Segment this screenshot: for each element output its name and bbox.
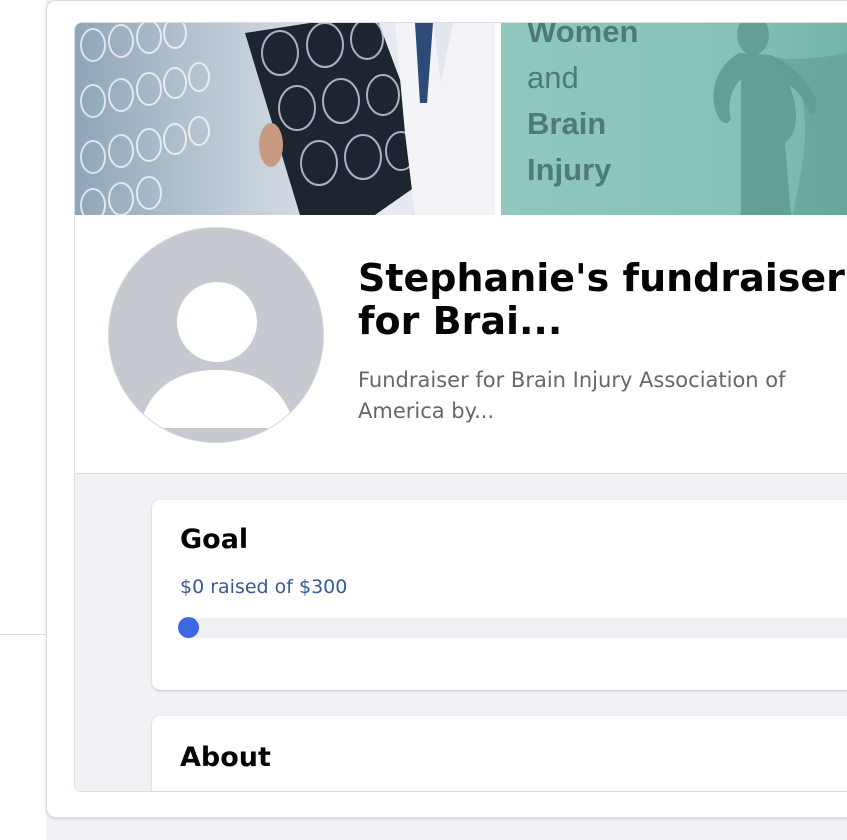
fundraiser-header: Stephanie's fundraiser for Brai... Fundr… <box>75 215 847 474</box>
fundraiser-card[interactable]: Women and Brain Injury Stephanie's fundr… <box>74 22 847 792</box>
women-and-brain-injury-banner: Women and Brain Injury <box>501 23 847 215</box>
about-heading: About <box>180 742 271 773</box>
fundraiser-body: Goal $0 raised of $300 About <box>75 474 847 791</box>
fundraiser-title[interactable]: Stephanie's fundraiser for Brai... <box>358 257 847 343</box>
left-divider <box>0 634 46 635</box>
banner-text: Women and Brain Injury <box>527 23 639 187</box>
left-sidebar-edge <box>0 0 46 840</box>
fundraiser-subtitle: Fundraiser for Brain Injury Association … <box>358 368 786 423</box>
goal-card: Goal $0 raised of $300 <box>152 500 847 690</box>
about-card: About <box>152 716 847 791</box>
brain-scan-photo <box>75 23 495 215</box>
person-icon <box>109 228 323 442</box>
cover-photo: Women and Brain Injury <box>75 23 847 215</box>
goal-raised-text: $0 raised of $300 <box>180 576 348 598</box>
goal-progress-bar <box>180 618 847 638</box>
goal-heading: Goal <box>180 524 249 555</box>
superhero-silhouette-icon <box>713 23 847 215</box>
default-avatar-icon[interactable] <box>108 227 324 443</box>
goal-progress-indicator <box>178 617 199 638</box>
